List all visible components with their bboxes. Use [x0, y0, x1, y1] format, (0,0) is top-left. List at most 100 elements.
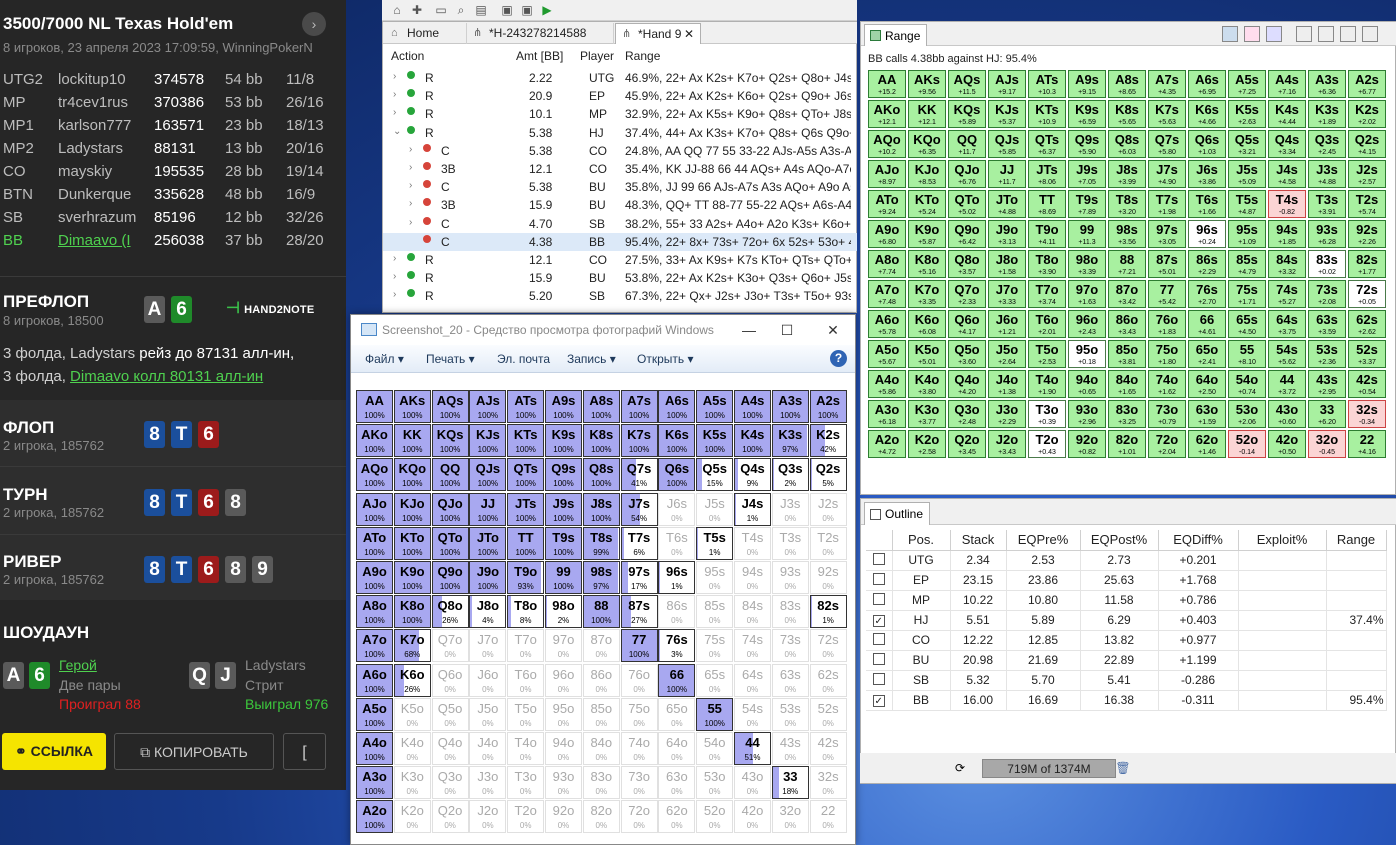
range-cell[interactable]: Q7s +5.80	[1148, 130, 1186, 158]
range-cell[interactable]: KTs +10.9	[1028, 100, 1066, 128]
range-cell[interactable]: 42o +0.50	[1268, 430, 1306, 458]
range-cell[interactable]: A6o +5.78	[868, 310, 906, 338]
range-cell[interactable]: A3s +6.36	[1308, 70, 1346, 98]
checkbox[interactable]	[872, 672, 885, 685]
range-cell[interactable]: 77 +5.42	[1148, 280, 1186, 308]
range-cell[interactable]: AQs +11.5	[948, 70, 986, 98]
range-cell[interactable]: 64o +2.50	[1188, 370, 1226, 398]
range-cell[interactable]: QJs +5.85	[988, 130, 1026, 158]
outline-row[interactable]: UTG 2.34 2.53 2.73 +0.201	[866, 550, 1387, 571]
outline-cell-chk[interactable]	[866, 650, 893, 671]
range-cell[interactable]: K6s +4.66	[1188, 100, 1226, 128]
player-row[interactable]: SB sverhrazum 85196 12 bb 32/26	[3, 209, 328, 231]
range-cell[interactable]: J7s +4.90	[1148, 160, 1186, 188]
range-cell[interactable]: Q3s +2.45	[1308, 130, 1346, 158]
hero-label[interactable]: Герой	[59, 657, 97, 673]
folder-icon[interactable]: ▭	[434, 3, 448, 17]
view-mode-icon[interactable]	[1296, 26, 1312, 42]
col-amt[interactable]: Amt [BB]	[516, 49, 563, 63]
checkbox[interactable]: ✓	[872, 615, 885, 627]
view-mode-icon[interactable]	[1318, 26, 1334, 42]
range-cell[interactable]: J2o +3.43	[988, 430, 1026, 458]
range-cell[interactable]: K3o +3.77	[908, 400, 946, 428]
range-cell[interactable]: Q8s +6.03	[1108, 130, 1146, 158]
range-cell[interactable]: T4s -0.82	[1268, 190, 1306, 218]
action-row[interactable]: › C 4.70 SB 38.2%, 55+ 33 A2s+ A4o+ A2o K3s+…	[383, 215, 857, 233]
range-cell[interactable]: 84o +1.65	[1108, 370, 1146, 398]
action-row[interactable]: › R 20.9 EP 45.9%, 22+ Ax K2s+ K6o+ Q2s+ Q9o…	[383, 87, 857, 105]
range-cell[interactable]: J6o +1.21	[988, 310, 1026, 338]
close-icon[interactable]: ✕	[823, 320, 843, 340]
outline-cell-chk[interactable]	[866, 590, 893, 611]
outline-cell-chk[interactable]	[866, 550, 893, 571]
checkbox[interactable]	[872, 572, 885, 585]
range-cell[interactable]: 53o +2.06	[1228, 400, 1266, 428]
col-action[interactable]: Action	[391, 49, 424, 63]
range-cell[interactable]: 76o +1.83	[1148, 310, 1186, 338]
player-row[interactable]: MP2 Ladystars 88131 13 bb 20/16	[3, 140, 328, 162]
range-cell[interactable]: 54o +0.74	[1228, 370, 1266, 398]
copy-button[interactable]: ⧉ КОПИРОВАТЬ	[114, 733, 274, 770]
range-cell[interactable]: T6s +1.66	[1188, 190, 1226, 218]
range-cell[interactable]: K7s +5.63	[1148, 100, 1186, 128]
range-cell[interactable]: Q9o +6.42	[948, 220, 986, 248]
minimize-icon[interactable]: —	[739, 320, 759, 340]
range-cell[interactable]: 97s +3.05	[1148, 220, 1186, 248]
range-cell[interactable]: AJs +9.17	[988, 70, 1026, 98]
range-cell[interactable]: 72s +0.05	[1348, 280, 1386, 308]
range-cell[interactable]: 82o +1.01	[1108, 430, 1146, 458]
range-cell[interactable]: 88 +7.21	[1108, 250, 1146, 278]
range-cell[interactable]: Q5o +3.60	[948, 340, 986, 368]
range-cell[interactable]: Q2s +4.15	[1348, 130, 1386, 158]
range-cell[interactable]: A7o +7.48	[868, 280, 906, 308]
range-cell[interactable]: J5o +2.64	[988, 340, 1026, 368]
range-cell[interactable]: QTo +5.02	[948, 190, 986, 218]
range-cell[interactable]: A9s +9.15	[1068, 70, 1106, 98]
checkbox[interactable]: ✓	[872, 695, 885, 707]
range-cell[interactable]: TT +8.69	[1028, 190, 1066, 218]
range-cell[interactable]: T3o +0.39	[1028, 400, 1066, 428]
range-cell[interactable]: A7s +4.35	[1148, 70, 1186, 98]
range-cell[interactable]: 93s +6.28	[1308, 220, 1346, 248]
maximize-icon[interactable]: ☐	[777, 320, 797, 340]
tab-outline[interactable]: Outline	[864, 502, 931, 525]
menu-print[interactable]: Печать ▾	[426, 352, 475, 366]
range-cell[interactable]: 95o +0.18	[1068, 340, 1106, 368]
range-cell[interactable]: Q2o +3.45	[948, 430, 986, 458]
range-cell[interactable]: 75o +1.80	[1148, 340, 1186, 368]
range-cell[interactable]: 96s +0.24	[1188, 220, 1226, 248]
range-cell[interactable]: 97o +1.63	[1068, 280, 1106, 308]
range-cell[interactable]: 87s +5.01	[1148, 250, 1186, 278]
range-cell[interactable]: A6s +6.95	[1188, 70, 1226, 98]
range-cell[interactable]: A8s +8.65	[1108, 70, 1146, 98]
expand-icon[interactable]: ›	[409, 217, 412, 228]
range-cell[interactable]: A2o +4.72	[868, 430, 906, 458]
sync-icon[interactable]: ⟳	[952, 760, 968, 776]
action-row[interactable]: › C 5.38 BU 35.8%, JJ 99 66 AJs-A7s A3s AQo+…	[383, 178, 857, 196]
player-row[interactable]: UTG2 lockitup10 374578 54 bb 11/8	[3, 71, 328, 93]
menu-open[interactable]: Открыть ▾	[637, 352, 693, 366]
range-cell[interactable]: 85s +4.79	[1228, 250, 1266, 278]
checkbox[interactable]	[872, 632, 885, 645]
outline-row[interactable]: BU 20.98 21.69 22.89 +1.199	[866, 650, 1387, 671]
range-cell[interactable]: AQo +10.2	[868, 130, 906, 158]
range-cell[interactable]: QTs +6.37	[1028, 130, 1066, 158]
search-icon[interactable]: ⌕	[454, 3, 468, 17]
range-cell[interactable]: AKo +12.1	[868, 100, 906, 128]
action-row[interactable]: › R 2.22 UTG 46.9%, 22+ Ax K2s+ K7o+ Q2s+ Q8…	[383, 69, 857, 87]
range-cell[interactable]: K5o +5.01	[908, 340, 946, 368]
action-row[interactable]: › 3B 15.9 BU 48.3%, QQ+ TT 88-77 55-22 AQs+ …	[383, 196, 857, 214]
range-cell[interactable]: AJo +8.97	[868, 160, 906, 188]
tab-hand-9[interactable]: ⋔ *Hand 9 ✕	[615, 23, 701, 44]
range-cell[interactable]: 63s +3.59	[1308, 310, 1346, 338]
range-cell[interactable]: J5s +5.09	[1228, 160, 1266, 188]
range-cell[interactable]: 73s +2.08	[1308, 280, 1346, 308]
close-icon[interactable]: ✕	[684, 24, 694, 45]
expand-icon[interactable]: ›	[409, 198, 412, 209]
range-cell[interactable]: K7o +3.35	[908, 280, 946, 308]
outline-row[interactable]: SB 5.32 5.70 5.41 -0.286	[866, 670, 1387, 691]
range-cell[interactable]: J4o +1.38	[988, 370, 1026, 398]
range-cell[interactable]: 33 +6.20	[1308, 400, 1346, 428]
range-cell[interactable]: K8s +5.65	[1108, 100, 1146, 128]
range-cell[interactable]: AA +15.2	[868, 70, 906, 98]
